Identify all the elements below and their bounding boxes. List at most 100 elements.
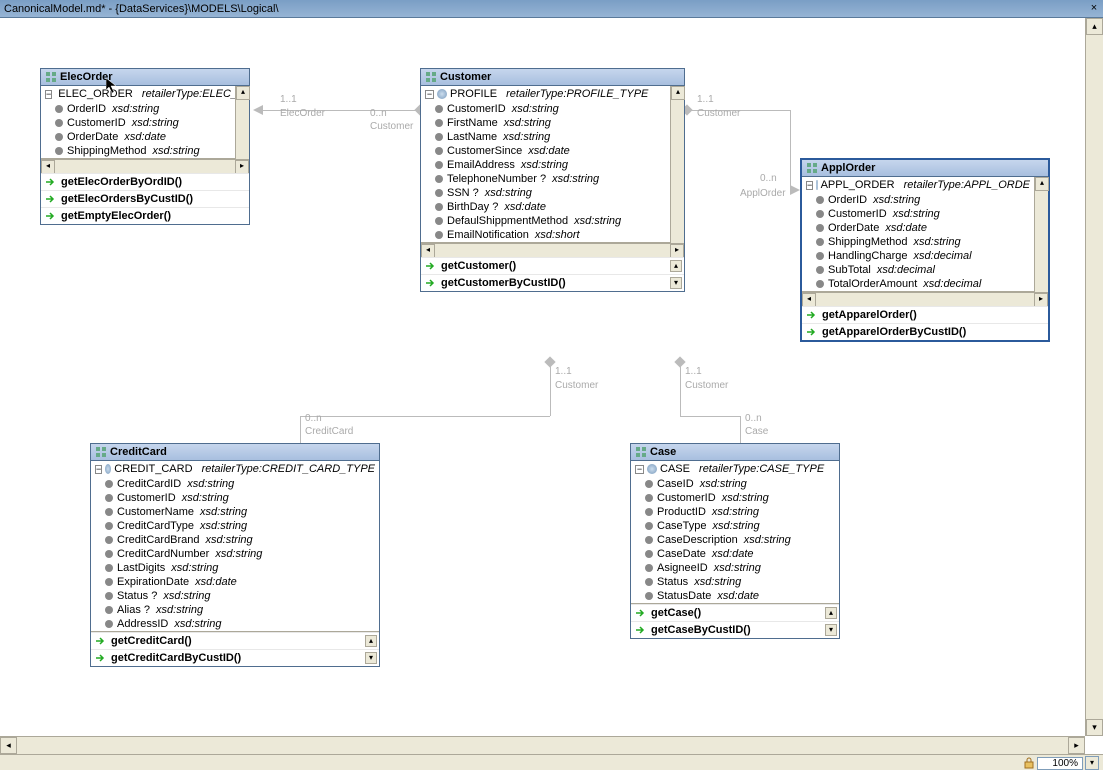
method-row[interactable]: getEmptyElecOrder() (41, 207, 249, 224)
attribute-row[interactable]: CreditCardBrandxsd:string (91, 533, 379, 547)
attribute-row[interactable]: CustomerIDxsd:string (802, 207, 1034, 221)
attribute-row[interactable]: CustomerIDxsd:string (631, 491, 839, 505)
method-row[interactable]: getCaseByCustID()▾ (631, 621, 839, 638)
entity-header[interactable]: Case (631, 444, 839, 461)
type-row[interactable]: −APPL_ORDER retailerType:APPL_ORDE (802, 177, 1034, 193)
attribute-row[interactable]: HandlingChargexsd:decimal (802, 249, 1034, 263)
scroll-down-icon[interactable]: ▾ (670, 277, 682, 289)
attribute-row[interactable]: CreditCardNumberxsd:string (91, 547, 379, 561)
entity-applorder[interactable]: ApplOrder −APPL_ORDER retailerType:APPL_… (800, 158, 1050, 342)
attribute-row[interactable]: OrderDatexsd:date (41, 130, 235, 144)
attribute-row[interactable]: LastDigitsxsd:string (91, 561, 379, 575)
method-row[interactable]: getCase()▴ (631, 604, 839, 621)
diagram-canvas[interactable]: 1..1 ElecOrder 0..n Customer 1..1 Custom… (0, 18, 1085, 736)
close-icon[interactable]: × (1087, 2, 1101, 16)
scroll-up-icon[interactable]: ▴ (825, 607, 837, 619)
scrollbar-vertical[interactable]: ▴ (1034, 177, 1048, 292)
entity-header[interactable]: ElecOrder (41, 69, 249, 86)
scroll-right-icon[interactable]: ▸ (1034, 293, 1048, 307)
method-row[interactable]: getCreditCardByCustID()▾ (91, 649, 379, 666)
method-row[interactable]: getElecOrdersByCustID() (41, 190, 249, 207)
entity-customer[interactable]: Customer −PROFILE retailerType:PROFILE_T… (420, 68, 685, 292)
canvas-scrollbar-horizontal[interactable]: ◂ ▸ (0, 736, 1085, 754)
attribute-row[interactable]: StatusDatexsd:date (631, 589, 839, 603)
collapse-icon[interactable]: − (806, 181, 813, 190)
attribute-row[interactable]: Alias ?xsd:string (91, 603, 379, 617)
zoom-value[interactable]: 100% (1037, 757, 1083, 770)
attribute-row[interactable]: CreditCardIDxsd:string (91, 477, 379, 491)
attribute-row[interactable]: ProductIDxsd:string (631, 505, 839, 519)
attribute-row[interactable]: Statusxsd:string (631, 575, 839, 589)
attribute-row[interactable]: CustomerSincexsd:date (421, 144, 670, 158)
attribute-row[interactable]: EmailAddressxsd:string (421, 158, 670, 172)
attribute-row[interactable]: CaseIDxsd:string (631, 477, 839, 491)
method-row[interactable]: getElecOrderByOrdID() (41, 173, 249, 190)
canvas-scrollbar-vertical[interactable]: ▴ ▾ (1085, 18, 1103, 736)
method-row[interactable]: getApparelOrderByCustID() (802, 323, 1048, 340)
type-row[interactable]: −ELEC_ORDER retailerType:ELEC_ (41, 86, 235, 102)
attribute-row[interactable]: OrderIDxsd:string (802, 193, 1034, 207)
scroll-left-icon[interactable]: ◂ (421, 244, 435, 258)
attribute-row[interactable]: CaseDescriptionxsd:string (631, 533, 839, 547)
method-row[interactable]: getApparelOrder() (802, 306, 1048, 323)
attribute-row[interactable]: EmailNotificationxsd:short (421, 228, 670, 242)
entity-creditcard[interactable]: CreditCard −CREDIT_CARD retailerType:CRE… (90, 443, 380, 667)
scroll-up-icon[interactable]: ▴ (365, 635, 377, 647)
attribute-row[interactable]: BirthDay ?xsd:date (421, 200, 670, 214)
scrollbar-vertical[interactable]: ▴ (235, 86, 249, 159)
attribute-row[interactable]: CaseTypexsd:string (631, 519, 839, 533)
attribute-row[interactable]: Status ?xsd:string (91, 589, 379, 603)
type-row[interactable]: −CREDIT_CARD retailerType:CREDIT_CARD_TY… (91, 461, 379, 477)
method-row[interactable]: getCreditCard()▴ (91, 632, 379, 649)
entity-elecorder[interactable]: ElecOrder −ELEC_ORDER retailerType:ELEC_… (40, 68, 250, 225)
scrollbar-vertical[interactable]: ▴ (670, 86, 684, 243)
scroll-down-icon[interactable]: ▾ (825, 624, 837, 636)
scroll-right-icon[interactable]: ▸ (1068, 737, 1085, 754)
scroll-left-icon[interactable]: ◂ (802, 293, 816, 307)
scroll-up-icon[interactable]: ▴ (1035, 177, 1049, 191)
attribute-row[interactable]: ShippingMethodxsd:string (802, 235, 1034, 249)
scroll-right-icon[interactable]: ▸ (235, 160, 249, 174)
attribute-row[interactable]: CaseDatexsd:date (631, 547, 839, 561)
attribute-row[interactable]: CreditCardTypexsd:string (91, 519, 379, 533)
attribute-row[interactable]: AsigneeIDxsd:string (631, 561, 839, 575)
collapse-icon[interactable]: − (45, 90, 52, 99)
entity-header[interactable]: Customer (421, 69, 684, 86)
attribute-row[interactable]: TotalOrderAmountxsd:decimal (802, 277, 1034, 291)
attribute-row[interactable]: AddressIDxsd:string (91, 617, 379, 631)
scroll-down-icon[interactable]: ▾ (365, 652, 377, 664)
scroll-left-icon[interactable]: ◂ (0, 737, 17, 754)
attribute-row[interactable]: DefaulShippmentMethodxsd:string (421, 214, 670, 228)
type-row[interactable]: −PROFILE retailerType:PROFILE_TYPE (421, 86, 670, 102)
method-row[interactable]: getCustomer()▴ (421, 257, 684, 274)
attribute-row[interactable]: SSN ?xsd:string (421, 186, 670, 200)
attribute-row[interactable]: ShippingMethodxsd:string (41, 144, 235, 158)
collapse-icon[interactable]: − (425, 90, 434, 99)
scroll-right-icon[interactable]: ▸ (670, 244, 684, 258)
scrollbar-horizontal[interactable]: ◂▸ (41, 159, 249, 173)
collapse-icon[interactable]: − (635, 465, 644, 474)
type-row[interactable]: −CASE retailerType:CASE_TYPE (631, 461, 839, 477)
attribute-row[interactable]: CustomerIDxsd:string (421, 102, 670, 116)
entity-header[interactable]: ApplOrder (802, 160, 1048, 177)
collapse-icon[interactable]: − (95, 465, 102, 474)
scrollbar-horizontal[interactable]: ◂▸ (421, 243, 684, 257)
attribute-row[interactable]: LastNamexsd:string (421, 130, 670, 144)
attribute-row[interactable]: OrderDatexsd:date (802, 221, 1034, 235)
attribute-row[interactable]: CustomerNamexsd:string (91, 505, 379, 519)
attribute-row[interactable]: FirstNamexsd:string (421, 116, 670, 130)
entity-header[interactable]: CreditCard (91, 444, 379, 461)
scroll-down-icon[interactable]: ▾ (1086, 719, 1103, 736)
attribute-row[interactable]: CustomerIDxsd:string (41, 116, 235, 130)
scroll-up-icon[interactable]: ▴ (671, 86, 685, 100)
scroll-up-icon[interactable]: ▴ (670, 260, 682, 272)
entity-case[interactable]: Case −CASE retailerType:CASE_TYPE CaseID… (630, 443, 840, 639)
attribute-row[interactable]: TelephoneNumber ?xsd:string (421, 172, 670, 186)
scroll-up-icon[interactable]: ▴ (236, 86, 250, 100)
attribute-row[interactable]: CustomerIDxsd:string (91, 491, 379, 505)
attribute-row[interactable]: OrderIDxsd:string (41, 102, 235, 116)
scroll-left-icon[interactable]: ◂ (41, 160, 55, 174)
attribute-row[interactable]: SubTotalxsd:decimal (802, 263, 1034, 277)
method-row[interactable]: getCustomerByCustID()▾ (421, 274, 684, 291)
attribute-row[interactable]: ExpirationDatexsd:date (91, 575, 379, 589)
